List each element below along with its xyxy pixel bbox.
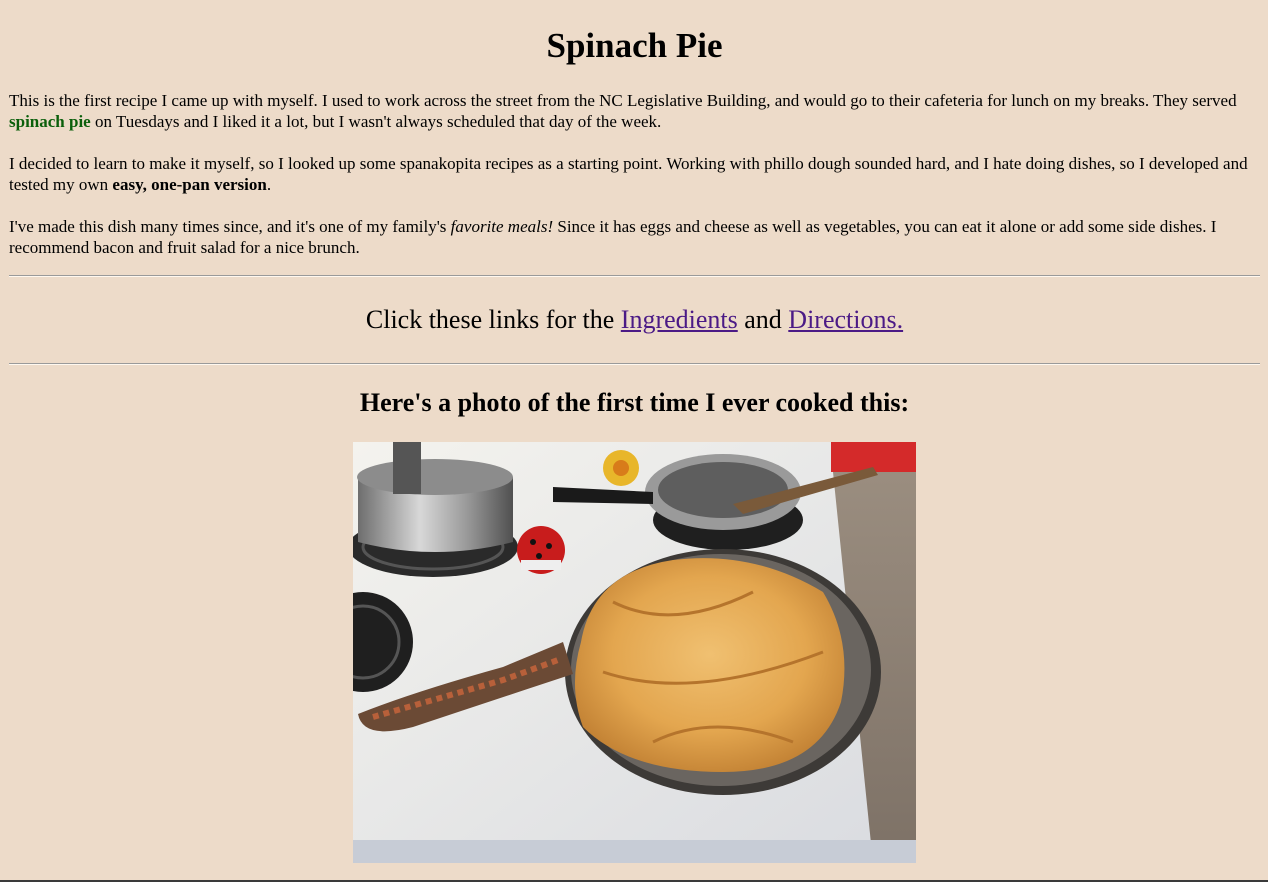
spinach-pie-photo (353, 442, 916, 863)
photo-heading: Here's a photo of the first time I ever … (359, 388, 910, 417)
links-middle: and (737, 305, 789, 334)
divider-bottom (9, 363, 1260, 365)
recipe-links: Click these links for the Ingredients an… (9, 302, 1260, 338)
intro-p1-text-b: on Tuesdays and I liked it a lot, but I … (90, 112, 662, 131)
divider-top (9, 275, 1260, 277)
spinach-pie-emphasis: spinach pie (9, 112, 91, 131)
links-prefix: Click these links for the (365, 305, 621, 334)
intro-p3-text-a: I've made this dish many times since, an… (9, 217, 451, 236)
ingredients-link[interactable]: Ingredients (621, 305, 738, 334)
page-title: Spinach Pie (546, 26, 723, 65)
intro-paragraph-1: This is the first recipe I came up with … (9, 90, 1260, 132)
one-pan-emphasis: easy, one-pan version (112, 175, 267, 194)
intro-paragraph-2: I decided to learn to make it myself, so… (9, 153, 1260, 195)
intro-p2-text-b: . (266, 175, 272, 194)
intro-p1-text-a: This is the first recipe I came up with … (9, 91, 1237, 110)
directions-link[interactable]: Directions. (788, 305, 903, 334)
favorite-meals-emphasis: favorite meals! (450, 217, 554, 236)
intro-paragraph-3: I've made this dish many times since, an… (9, 216, 1260, 258)
